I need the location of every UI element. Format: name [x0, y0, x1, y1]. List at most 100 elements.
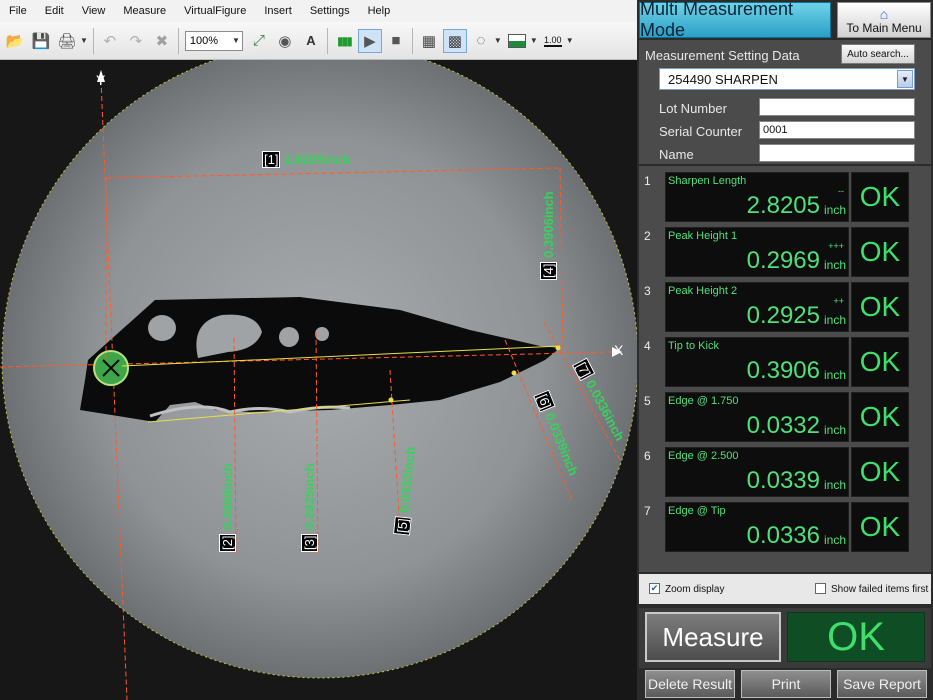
save-icon[interactable]: 💾 — [29, 29, 53, 53]
result-judge: OK — [851, 282, 909, 332]
result-card: Sharpen Length -- 2.8205 inch — [665, 172, 849, 222]
result-index: 5 — [644, 394, 651, 408]
save-report-button[interactable]: Save Report — [837, 670, 927, 698]
chevron-down-icon[interactable]: ▼ — [897, 70, 913, 88]
result-value: 0.3906 — [746, 357, 820, 384]
result-label: Peak Height 2 — [668, 285, 738, 297]
delete-result-button[interactable]: Delete Result — [645, 670, 735, 698]
play-icon[interactable]: ▶ — [357, 28, 382, 53]
toolbar-separator — [326, 27, 328, 54]
menu-help[interactable]: Help — [359, 0, 400, 22]
result-row[interactable]: 3 Peak Height 2 ++ 0.2925 inch OK — [639, 276, 931, 332]
menu-virtualfigure[interactable]: VirtualFigure — [175, 0, 255, 22]
result-card: Peak Height 1 +++ 0.2969 inch — [665, 227, 849, 277]
toolbar-separator — [92, 27, 94, 54]
zoom-fit-icon[interactable]: ⤢ — [247, 29, 271, 53]
result-judge: OK — [851, 172, 909, 222]
result-row[interactable]: 4 Tip to Kick 0.3906 inch OK — [639, 331, 931, 387]
result-judge: OK — [851, 502, 909, 552]
menu-insert[interactable]: Insert — [255, 0, 301, 22]
name-field[interactable] — [759, 144, 915, 162]
result-unit: inch — [823, 423, 846, 437]
serial-counter-field[interactable]: 0001 — [759, 121, 915, 139]
fill-color-icon[interactable] — [505, 29, 529, 53]
result-sign: -- — [838, 186, 844, 196]
open-folder-icon[interactable]: 📂 — [3, 29, 27, 53]
menu-view[interactable]: View — [73, 0, 115, 22]
toolbar-separator — [411, 27, 413, 54]
fill-dropdown-icon[interactable]: ▼ — [530, 36, 538, 45]
stop-icon[interactable]: ■ — [384, 29, 408, 53]
print-button[interactable]: Print — [741, 670, 831, 698]
result-label: Sharpen Length — [668, 175, 747, 187]
result-row[interactable]: 5 Edge @ 1.750 0.0332 inch OK — [639, 386, 931, 442]
result-card: Edge @ 1.750 0.0332 inch — [665, 392, 849, 442]
y-axis-label: Y — [96, 72, 106, 88]
select-circle-icon[interactable]: ◌ — [469, 29, 493, 53]
chevron-down-icon: ▼ — [232, 36, 240, 45]
options-bar: ✔ Zoom display Show failed items first — [639, 574, 931, 604]
menu-edit[interactable]: Edit — [36, 0, 73, 22]
result-row[interactable]: 6 Edge @ 2.500 0.0339 inch OK — [639, 441, 931, 497]
lot-number-label: Lot Number — [659, 101, 727, 116]
result-sign: +++ — [828, 241, 844, 251]
result-card: Edge @ Tip 0.0336 inch — [665, 502, 849, 552]
menu-measure[interactable]: Measure — [114, 0, 175, 22]
menu-settings[interactable]: Settings — [301, 0, 359, 22]
measurement-number: [2] — [219, 533, 236, 552]
measurement-text: 0.2969inch — [220, 463, 235, 530]
result-judge: OK — [851, 447, 909, 497]
zoom-combo[interactable]: 100% ▼ — [184, 30, 243, 51]
result-value: 0.0339 — [746, 467, 820, 494]
measure-button[interactable]: Measure — [645, 612, 781, 662]
result-index: 2 — [644, 229, 651, 243]
select-dropdown-icon[interactable]: ▼ — [494, 36, 502, 45]
print-icon[interactable]: 🖨 — [55, 29, 79, 53]
result-unit: inch — [823, 368, 846, 382]
edge-point — [511, 370, 517, 376]
main-menu-button[interactable]: ⌂ To Main Menu — [837, 2, 931, 38]
auto-focus-icon[interactable]: ◉ — [273, 29, 297, 53]
total-judge: OK — [787, 612, 925, 662]
result-label: Edge @ Tip — [668, 505, 726, 517]
select-edge-icon[interactable]: ▦ — [417, 29, 441, 53]
result-judge: OK — [851, 392, 909, 442]
measurement-text: 2.8205inch — [284, 152, 351, 167]
result-label: Edge @ 1.750 — [668, 395, 739, 407]
show-failed-checkbox[interactable] — [815, 583, 826, 594]
blade-hole — [315, 327, 329, 341]
result-index: 1 — [644, 174, 651, 188]
line-width-dropdown-icon[interactable]: ▼ — [566, 36, 574, 45]
result-unit: inch — [823, 203, 846, 217]
result-index: 6 — [644, 449, 651, 463]
auto-search-button[interactable]: Auto search... — [841, 44, 915, 64]
text-annotation-icon[interactable]: A — [299, 29, 323, 53]
edge-point — [388, 397, 394, 403]
redo-icon[interactable]: ↷ — [124, 29, 148, 53]
result-row[interactable]: 2 Peak Height 1 +++ 0.2969 inch OK — [639, 221, 931, 277]
measure-area: Measure OK — [639, 608, 931, 668]
lot-number-field[interactable] — [759, 98, 915, 116]
setting-select[interactable]: 254490 SHARPEN ▼ — [659, 68, 915, 90]
result-value: 0.0336 — [746, 522, 820, 549]
measurement-label-3: [3] 0.2925inch — [301, 463, 318, 552]
result-row[interactable]: 1 Sharpen Length -- 2.8205 inch OK — [639, 166, 931, 222]
delete-icon[interactable]: ✖ — [150, 29, 174, 53]
print-dropdown-icon[interactable]: ▼ — [80, 36, 88, 45]
select-area-icon[interactable]: ▩ — [442, 28, 467, 53]
main-menu-label: To Main Menu — [846, 21, 922, 35]
menu-file[interactable]: File — [0, 0, 36, 22]
measurement-panel: Multi Measurement Mode ⌂ To Main Menu Me… — [637, 0, 933, 700]
result-sign: ++ — [833, 296, 844, 306]
level-meter-icon[interactable]: ▮▮▮ — [332, 29, 356, 53]
result-unit: inch — [823, 313, 846, 327]
line-width-icon[interactable]: 1.00 — [541, 29, 565, 53]
setting-section: Measurement Setting Data Auto search... … — [639, 40, 931, 164]
measurement-label-2: [2] 0.2969inch — [219, 463, 236, 552]
measurement-text: 0.3906inch — [541, 191, 556, 258]
undo-icon[interactable]: ↶ — [98, 29, 122, 53]
zoom-display-checkbox[interactable]: ✔ — [649, 583, 660, 594]
result-row[interactable]: 7 Edge @ Tip 0.0336 inch OK — [639, 496, 931, 552]
measurement-text: 0.2925inch — [302, 463, 317, 530]
image-view[interactable]: Y X [1] 2.8205inch [2] 0.2969inch [3] 0.… — [0, 60, 637, 700]
